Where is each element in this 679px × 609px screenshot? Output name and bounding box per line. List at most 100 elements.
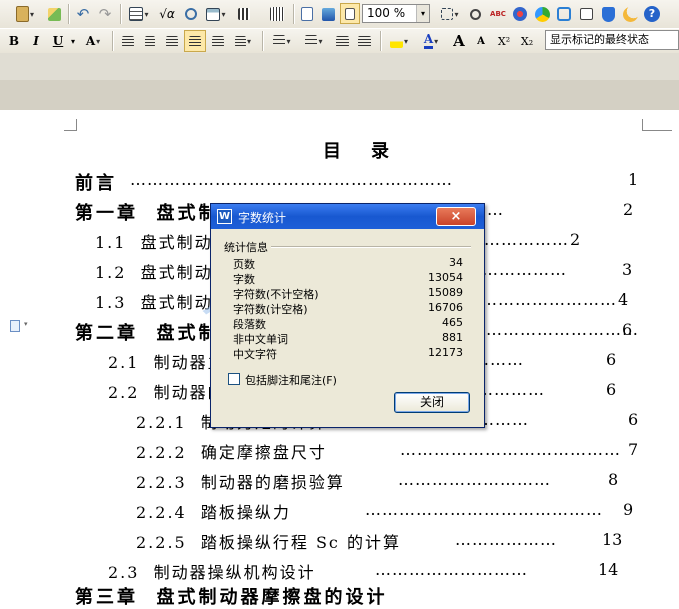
share-button[interactable]: [510, 4, 530, 24]
stat-row: 中文字符 12173: [233, 346, 463, 361]
markup-view-select[interactable]: 显示标记的最终状态: [545, 30, 679, 50]
columns-button[interactable]: [233, 4, 255, 24]
workspace-background: [0, 53, 679, 110]
chart-button[interactable]: [266, 4, 288, 24]
font-color-icon: A: [423, 33, 434, 49]
toc-entry-text: 2.2.2 确定摩擦盘尺寸: [136, 443, 327, 462]
format-painter-button[interactable]: [44, 4, 64, 24]
preview-icon: [321, 7, 335, 21]
decrease-indent-button[interactable]: [332, 31, 352, 51]
dialog-close-button[interactable]: ×: [436, 207, 476, 226]
font-effects-icon: A: [85, 34, 96, 48]
shrink-font-button[interactable]: A: [471, 31, 491, 51]
stat-value: 15089: [428, 286, 463, 299]
grow-font-button[interactable]: A: [449, 31, 469, 51]
help-button[interactable]: ?: [642, 4, 662, 24]
corner-mark: [64, 130, 76, 131]
toc-page-number: 2: [570, 230, 581, 249]
zoom-page-button[interactable]: [340, 3, 360, 24]
template-button[interactable]: [554, 4, 574, 24]
toolbar-separator: [120, 4, 121, 24]
include-footnotes-label[interactable]: 包括脚注和尾注(F): [245, 372, 337, 388]
increase-indent-button[interactable]: [354, 31, 374, 51]
numbering-icon: [273, 35, 286, 47]
stat-value: 465: [442, 316, 463, 329]
toc-leader-dots: …………………………: [469, 320, 639, 339]
stat-label: 字数: [233, 273, 255, 286]
find-icon: [185, 8, 197, 20]
paragraph-marker-icon[interactable]: [10, 320, 20, 332]
dialog-title-bar[interactable]: W 字数统计 ×: [211, 204, 484, 229]
toc-leader-dots: ……………………………………: [365, 500, 603, 519]
toc-leader-dots: ………………: [455, 530, 557, 549]
paragraph-marker-dropdown[interactable]: ▾: [24, 320, 28, 328]
replace-button[interactable]: [466, 4, 484, 24]
line-spacing-icon: [234, 35, 246, 47]
toc-leader-dots: …………………………………………………: [130, 170, 453, 189]
toc-page-number: 6: [606, 380, 617, 399]
formula-button[interactable]: √α: [156, 4, 178, 24]
toc-page-number: 6: [622, 320, 633, 339]
toolbar-separator: [293, 4, 294, 24]
draw-table-icon: [206, 7, 221, 21]
line-spacing-button[interactable]: ▾: [230, 31, 256, 51]
select-objects-button[interactable]: ▾: [437, 4, 463, 24]
toc-entry-text: 2.3 制动器操纵机构设计: [108, 563, 316, 582]
font-color-button[interactable]: A ▾: [417, 31, 445, 51]
skin-icon: [579, 8, 593, 20]
toc-heading: 目 录: [323, 141, 395, 162]
table-icon: [129, 7, 144, 21]
preview-button[interactable]: [318, 4, 338, 24]
align-left-button[interactable]: [118, 31, 138, 51]
bold-button[interactable]: B: [4, 31, 24, 51]
align-center-button[interactable]: [140, 31, 160, 51]
zoom-value: 100 %: [367, 6, 406, 20]
insert-table-button[interactable]: ▾: [125, 4, 153, 24]
subscript-button[interactable]: X₂: [516, 31, 538, 51]
underline-dropdown[interactable]: ▾: [68, 31, 78, 51]
stat-row: 字符数(计空格) 16706: [233, 301, 463, 316]
font-effects-button[interactable]: A ▾: [80, 31, 106, 51]
toc-leader-dots: ………………………: [375, 560, 528, 579]
toc-entry-text: 2.2.3 制动器的磨损验算: [136, 473, 345, 492]
include-footnotes-checkbox[interactable]: [228, 373, 240, 385]
highlight-button[interactable]: ▾: [385, 31, 413, 51]
security-button[interactable]: [598, 4, 618, 24]
decrease-indent-icon: [335, 35, 349, 47]
format-painter-icon: [47, 7, 61, 21]
find-button[interactable]: [181, 4, 201, 24]
stat-value: 881: [442, 331, 463, 344]
document-map-button[interactable]: [297, 4, 317, 24]
paste-button[interactable]: ▾: [12, 4, 38, 24]
stat-label: 非中文单词: [233, 333, 288, 346]
bullets-icon: [305, 35, 318, 47]
select-objects-icon: [441, 8, 454, 20]
toc-page-number: 6: [628, 410, 639, 429]
toc-page-number: 4: [618, 290, 629, 309]
numbering-button[interactable]: ▾: [268, 31, 296, 51]
bullets-button[interactable]: ▾: [300, 31, 328, 51]
zoom-dropdown-icon[interactable]: ▾: [416, 5, 429, 22]
justify-button[interactable]: [184, 30, 206, 52]
distribute-icon: [212, 35, 224, 47]
italic-button[interactable]: I: [26, 31, 46, 51]
formula-icon: √α: [159, 7, 175, 21]
draw-table-button[interactable]: ▾: [203, 4, 229, 24]
align-right-button[interactable]: [162, 31, 182, 51]
undo-button[interactable]: ↶: [73, 4, 93, 24]
app-button[interactable]: [532, 4, 552, 24]
spell-check-button[interactable]: ABC: [487, 4, 509, 24]
redo-button[interactable]: ↷: [95, 4, 115, 24]
paste-icon: [15, 6, 29, 22]
stat-label: 字符数(计空格): [233, 303, 308, 316]
night-mode-button[interactable]: [620, 4, 640, 24]
stat-value: 13054: [428, 271, 463, 284]
close-button[interactable]: 关闭: [394, 392, 470, 413]
zoom-select[interactable]: 100 % ▾: [362, 4, 430, 23]
toolbar-separator: [112, 31, 113, 51]
spell-check-icon: ABC: [490, 10, 506, 18]
skin-button[interactable]: [576, 4, 596, 24]
distribute-button[interactable]: [208, 31, 228, 51]
underline-button[interactable]: U: [48, 31, 68, 51]
superscript-button[interactable]: X²: [493, 31, 515, 51]
